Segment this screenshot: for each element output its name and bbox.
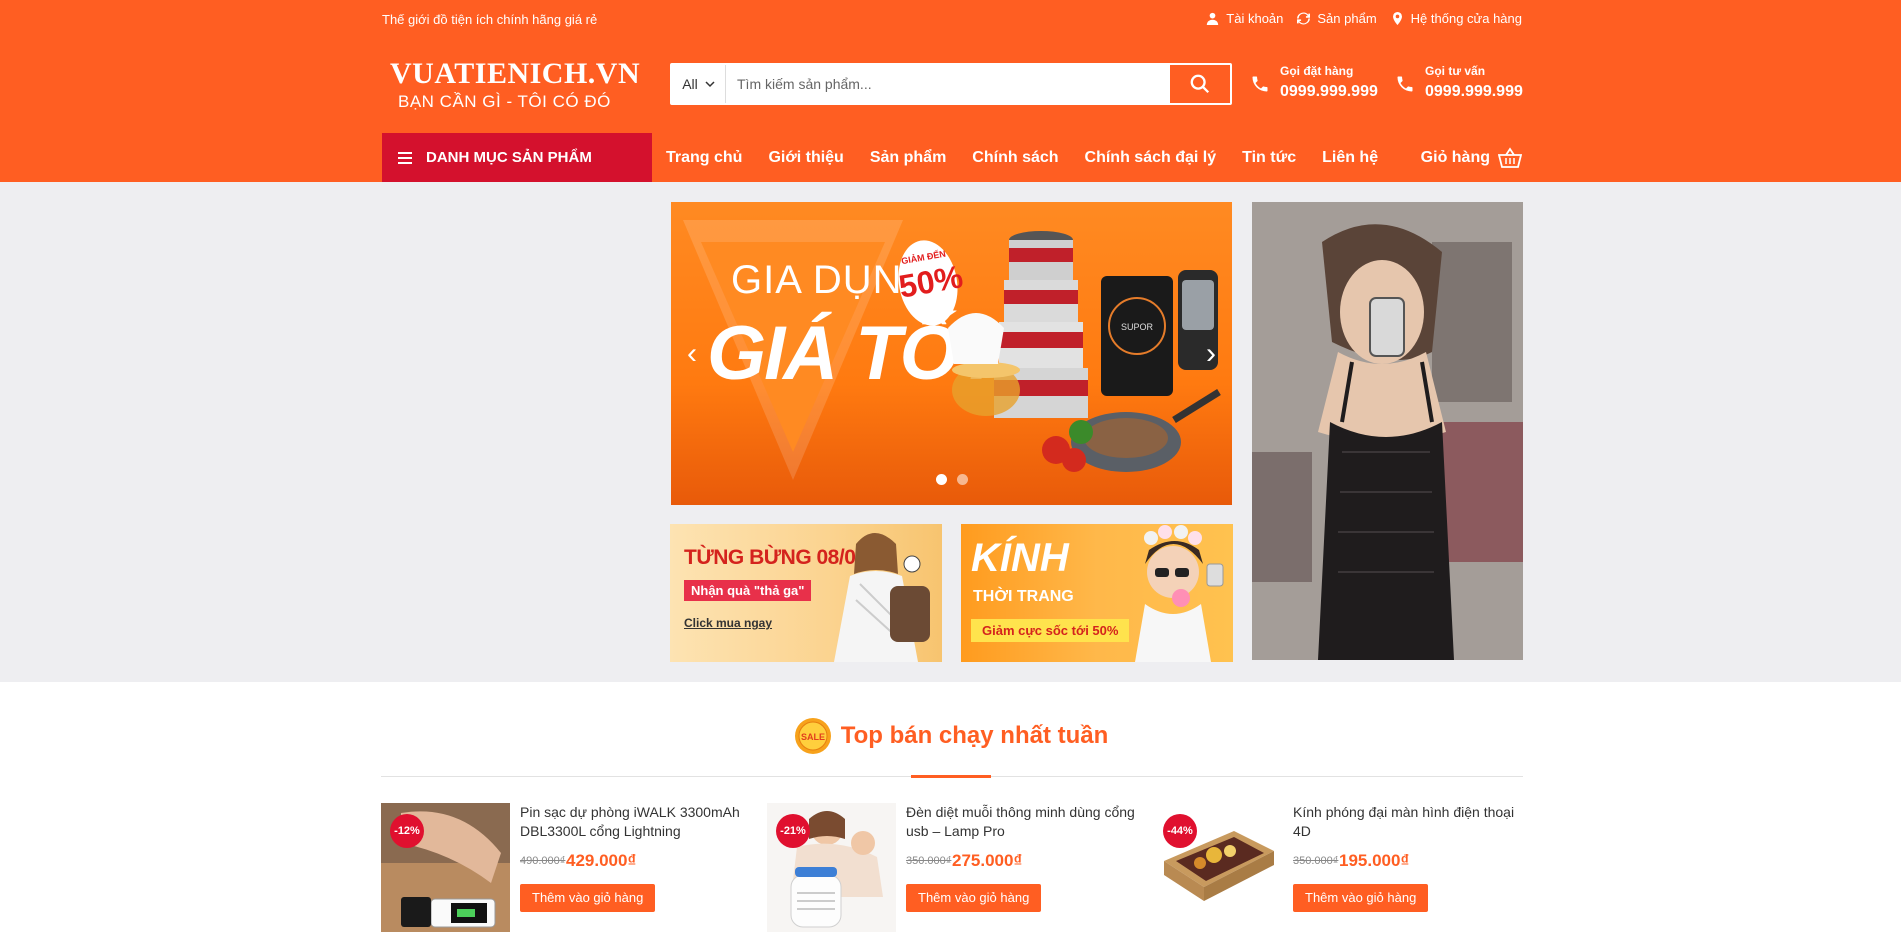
nav-home[interactable]: Trang chủ: [666, 149, 742, 167]
nav-agency-policy[interactable]: Chính sách đại lý: [1085, 149, 1217, 167]
category-menu-button[interactable]: DANH MỤC SẢN PHẨM: [382, 133, 652, 182]
section-divider-accent: [911, 775, 991, 778]
product-image-link[interactable]: -21%: [767, 803, 896, 932]
top-links: Tài khoản Sản phẩm Hệ thống cửa hàng: [1206, 11, 1522, 26]
phone-icon: [1252, 76, 1268, 92]
user-icon: [1207, 12, 1219, 25]
banner1-tag: Nhận quà "thả ga": [684, 580, 812, 601]
woman-mirror-selfie-image: [1252, 202, 1523, 660]
add-to-cart-button[interactable]: Thêm vào giỏ hàng: [906, 884, 1042, 912]
logo-brand: VUATIENICH.VN: [390, 57, 641, 90]
slider-dot-2[interactable]: [957, 474, 968, 485]
logo-slogan: BẠN CẦN GÌ - TÔI CÓ ĐÓ: [398, 92, 611, 111]
product-old-price: 350.000₫: [906, 855, 952, 867]
section-header: SALE Top bán chạy nhất tuần: [0, 716, 1901, 761]
nav-contact[interactable]: Liên hệ: [1322, 149, 1378, 167]
category-menu-label: DANH MỤC SẢN PHẨM: [426, 149, 592, 166]
product-card: -21% Đèn diệt muỗi thông minh dùng cổng …: [767, 803, 1147, 933]
slider-next-button[interactable]: ›: [1206, 339, 1216, 369]
main-slider[interactable]: GIA DỤNG GIÁ TỐT GIẢM ĐẾN 50% SUPOR ‹ ›: [671, 202, 1232, 505]
nav-links: Trang chủ Giới thiệu Sản phẩm Chính sách…: [666, 133, 1378, 182]
phone-icon: [1397, 76, 1413, 92]
banner2-subheadline: THỜI TRANG: [973, 588, 1074, 605]
cart-label: Giỏ hàng: [1420, 148, 1490, 166]
sale-badge-text: SALE: [801, 732, 825, 742]
chevron-down-icon: [705, 81, 715, 88]
search-bar: All: [670, 63, 1232, 105]
hamburger-icon: [398, 151, 412, 164]
order-hotline-label: Gọi đặt hàng: [1280, 64, 1354, 78]
order-hotline[interactable]: Gọi đặt hàng 0999.999.999: [1250, 64, 1378, 101]
product-old-price: 350.000₫: [1293, 855, 1339, 867]
map-pin-icon: [1392, 12, 1402, 25]
order-hotline-number: 0999.999.999: [1280, 83, 1378, 100]
discount-badge: -44%: [1163, 814, 1197, 848]
cart-button[interactable]: Giỏ hàng: [1421, 133, 1522, 182]
product-price: 429.000₫: [566, 851, 637, 870]
nav-about[interactable]: Giới thiệu: [768, 149, 843, 167]
account-link-label: Tài khoản: [1226, 11, 1284, 26]
product-name[interactable]: Kính phóng đại màn hình điện thoại 4D: [1293, 803, 1533, 841]
product-name[interactable]: Đèn diệt muỗi thông minh dùng cổng usb –…: [906, 803, 1146, 841]
banner2-tag: Giảm cực sốc tới 50%: [971, 619, 1130, 642]
consult-hotline-label: Gọi tư vấn: [1425, 64, 1486, 78]
product-price: 195.000₫: [1339, 851, 1410, 870]
product-old-price: 490.000₫: [520, 855, 566, 867]
main-nav: DANH MỤC SẢN PHẨM Trang chủ Giới thiệu S…: [380, 133, 1522, 182]
product-card: -44% Kính phóng đại màn hình điện thoại …: [1154, 803, 1534, 933]
site-logo[interactable]: VUATIENICH.VN BẠN CẦN GÌ - TÔI CÓ ĐÓ: [390, 58, 640, 118]
product-name[interactable]: Pin sạc dự phòng iWALK 3300mAh DBL3300L …: [520, 803, 760, 841]
product-image-link[interactable]: -12%: [381, 803, 510, 932]
tagline: Thế giới đồ tiện ích chính hãng giá rẻ: [382, 12, 598, 27]
model-with-backpack-image: [834, 533, 930, 662]
product-price: 275.000₫: [952, 851, 1023, 870]
nav-products[interactable]: Sản phẩm: [870, 149, 946, 167]
products-link-label: Sản phẩm: [1317, 11, 1377, 26]
top-bar: Thế giới đồ tiện ích chính hãng giá rẻ T…: [380, 0, 1522, 38]
banner2-headline: KÍNH: [971, 536, 1069, 580]
site-header: Thế giới đồ tiện ích chính hãng giá rẻ T…: [0, 0, 1901, 182]
product-card: -12% Pin sạc dự phòng iWALK 3300mAh DBL3…: [381, 803, 761, 933]
products-link[interactable]: Sản phẩm: [1297, 11, 1377, 26]
product-image-link[interactable]: -44%: [1154, 803, 1283, 932]
add-to-cart-button[interactable]: Thêm vào giỏ hàng: [1293, 884, 1429, 912]
add-to-cart-button[interactable]: Thêm vào giỏ hàng: [520, 884, 656, 912]
consult-hotline-number: 0999.999.999: [1425, 83, 1523, 100]
search-category-value: All: [682, 76, 698, 92]
slider-prev-button[interactable]: ‹: [687, 339, 697, 369]
search-button[interactable]: [1170, 65, 1230, 103]
sale-badge-icon: SALE: [794, 718, 831, 754]
store-system-link-label: Hệ thống cửa hàng: [1410, 11, 1522, 26]
discount-badge: -12%: [390, 814, 424, 848]
womens-day-banner[interactable]: TỪNG BỪNG 08/03 Nhận quà "thả ga" Click …: [670, 524, 942, 662]
shapewear-banner[interactable]: [1252, 202, 1523, 660]
nav-policy[interactable]: Chính sách: [972, 149, 1058, 167]
banner1-link[interactable]: Click mua ngay: [684, 616, 772, 630]
slider-dot-1[interactable]: [936, 474, 947, 485]
search-icon: [1190, 74, 1210, 94]
fashion-glasses-banner[interactable]: KÍNH THỜI TRANG Giảm cực sốc tới 50%: [961, 524, 1233, 662]
slider-dots: [936, 474, 968, 485]
refresh-icon: [1297, 12, 1311, 25]
section-title: Top bán chạy nhất tuần: [840, 722, 1109, 749]
account-link[interactable]: Tài khoản: [1206, 11, 1283, 26]
search-input[interactable]: [726, 65, 1170, 103]
kitchenware-image: SUPOR: [948, 231, 1221, 472]
discount-badge: -21%: [776, 814, 810, 848]
store-system-link[interactable]: Hệ thống cửa hàng: [1391, 11, 1522, 26]
consult-hotline[interactable]: Gọi tư vấn 0999.999.999: [1395, 64, 1523, 101]
search-category-select[interactable]: All: [672, 65, 726, 103]
cooker-brand: SUPOR: [1121, 322, 1154, 332]
nav-news[interactable]: Tin tức: [1242, 149, 1296, 167]
basket-icon: [1498, 146, 1522, 168]
model-with-sunglasses-image: [1135, 525, 1224, 662]
